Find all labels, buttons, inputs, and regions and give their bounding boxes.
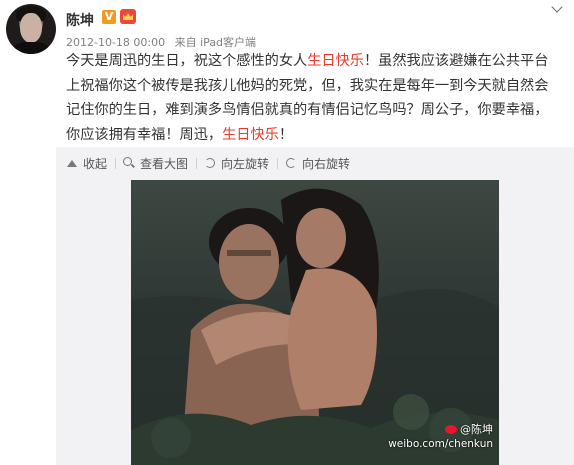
vip-crown-icon[interactable] [120, 9, 136, 24]
rotate-left-label: 向左旋转 [221, 156, 270, 171]
toolbar-divider [196, 157, 198, 169]
author-name[interactable]: 陈坤 [66, 10, 94, 30]
rotate-right-button[interactable]: 向右旋转 [285, 155, 350, 172]
weibo-logo-icon [445, 425, 457, 434]
avatar-body [12, 42, 50, 54]
watermark-url: weibo.com/chenkun [388, 438, 493, 450]
post-photo[interactable]: @陈坤 weibo.com/chenkun [131, 180, 499, 465]
avatar-face [20, 13, 42, 43]
photo-watermark: @陈坤 weibo.com/chenkun [388, 423, 493, 451]
view-large-button[interactable]: 查看大图 [123, 155, 188, 172]
post-meta: 2012-10-18 00:00 来自 iPad客户端 [66, 34, 256, 50]
collapse-label: 收起 [83, 156, 108, 171]
chevron-down-icon[interactable] [549, 3, 565, 15]
watermark-handle: @陈坤 [460, 423, 493, 436]
toolbar-divider [277, 157, 279, 169]
toolbar-divider [115, 157, 117, 169]
rotate-left-icon [204, 157, 216, 169]
post-text-part: ！ [278, 126, 294, 143]
verified-icon: V [102, 10, 116, 24]
rotate-right-icon [285, 157, 297, 169]
rotate-right-label: 向右旋转 [302, 156, 351, 171]
collapse-icon [66, 157, 78, 169]
media-toolbar: 收起 查看大图 向左旋转 向右旋转 [66, 154, 350, 172]
post-timestamp[interactable]: 2012-10-18 00:00 [66, 36, 165, 49]
avatar[interactable] [6, 4, 56, 54]
post-text: 今天是周迅的生日，祝这个感性的女人生日快乐！虽然我应该避嫌在公共平台上祝福你这个… [66, 49, 560, 147]
view-large-label: 查看大图 [140, 156, 189, 171]
post-text-part: 今天是周迅的生日，祝这个感性的女人 [66, 53, 308, 69]
post-source: 来自 iPad客户端 [174, 36, 257, 49]
post-text-highlight: 生日快乐 [307, 53, 364, 69]
post-text-highlight: 生日快乐 [222, 126, 279, 143]
collapse-button[interactable]: 收起 [66, 155, 107, 172]
rotate-left-button[interactable]: 向左旋转 [204, 155, 269, 172]
magnifier-icon [123, 157, 135, 169]
